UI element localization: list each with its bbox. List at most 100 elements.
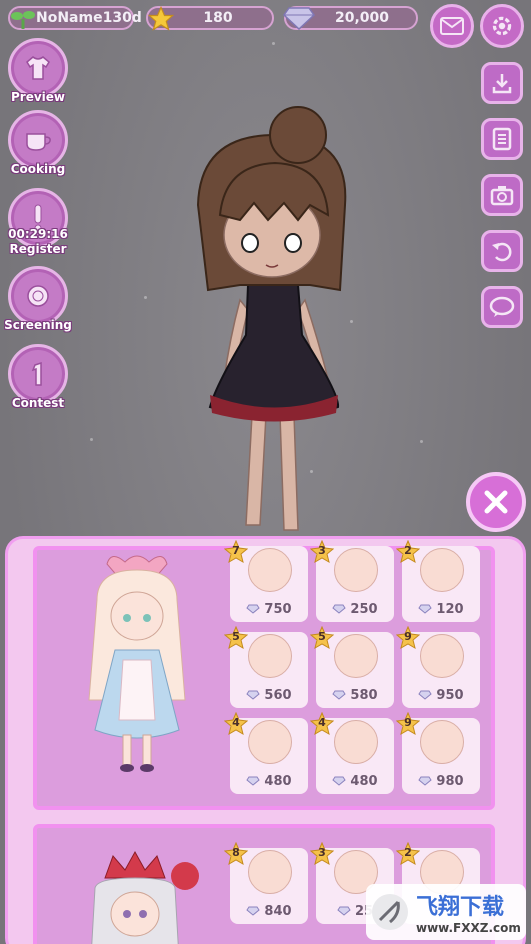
camera-icon: [490, 186, 514, 206]
cooking-button[interactable]: [8, 110, 68, 170]
diamond-icon: [246, 776, 261, 786]
diamond-icon: [246, 604, 261, 614]
register-timer: 00:29:16: [8, 227, 68, 241]
level-star-icon: 9: [395, 625, 421, 650]
level-star-icon: 4: [309, 711, 335, 736]
item-price: 250: [350, 601, 378, 617]
preview-label: Preview: [10, 90, 65, 104]
download-icon: [492, 74, 512, 94]
settings-button[interactable]: [480, 4, 524, 48]
mail-button[interactable]: [430, 4, 474, 48]
item-level: 5: [232, 630, 240, 643]
close-icon: [484, 490, 508, 514]
chat-icon: [489, 296, 515, 317]
diamond-icon: [418, 776, 433, 786]
item-level: 2: [404, 846, 412, 859]
outfit-item-tile[interactable]: 7 750: [223, 539, 308, 622]
item-price: 480: [264, 773, 292, 789]
item-thumbnail: [248, 634, 292, 678]
player-name-pill[interactable]: NoName130d: [8, 6, 142, 30]
close-button[interactable]: [466, 472, 526, 532]
undo-icon: [492, 242, 512, 262]
item-price: 750: [264, 601, 292, 617]
sprout-icon: [8, 4, 38, 34]
item-thumbnail: [420, 720, 464, 764]
item-level: 9: [404, 716, 412, 729]
camera-button[interactable]: [481, 174, 523, 216]
notes-button[interactable]: [481, 118, 523, 160]
set-preview-image: [88, 555, 186, 772]
diamond-icon: [332, 776, 347, 786]
number-one-icon: [31, 361, 42, 386]
mail-icon: [440, 17, 464, 35]
item-price: 120: [436, 601, 464, 617]
level-star-icon: 3: [309, 841, 335, 866]
item-thumbnail: [420, 548, 464, 592]
level-star-icon: 7: [223, 539, 249, 564]
outfit-item-tile[interactable]: 3 250: [309, 539, 394, 622]
item-level: 2: [404, 544, 412, 557]
item-level: 9: [404, 630, 412, 643]
preview-button[interactable]: [8, 38, 68, 98]
diamond-icon: [337, 906, 351, 916]
item-level: 3: [318, 544, 326, 557]
diamonds-pill: 20,000: [283, 6, 418, 30]
item-thumbnail: [420, 634, 464, 678]
level-star-icon: 2: [395, 841, 421, 866]
item-level: 8: [232, 846, 240, 859]
download-button[interactable]: [481, 62, 523, 104]
outfit-item-tile[interactable]: 4 480: [223, 711, 308, 794]
diamond-icon: [332, 690, 347, 700]
logo-icon: [372, 894, 408, 930]
outfit-item-tile[interactable]: 5 580: [309, 625, 394, 708]
item-thumbnail: [334, 720, 378, 764]
diamond-icon: [246, 906, 261, 916]
set-preview-image: [91, 850, 199, 944]
level-star-icon: 2: [395, 539, 421, 564]
player-name: NoName130d: [36, 10, 142, 26]
item-level: 3: [318, 846, 326, 859]
chat-button[interactable]: [481, 286, 523, 328]
gear-icon: [492, 16, 512, 36]
outfit-item-tile[interactable]: 2 120: [395, 539, 480, 622]
level-star-icon: 8: [223, 841, 249, 866]
item-price: 980: [436, 773, 464, 789]
outfit-item-tile[interactable]: 4 480: [309, 711, 394, 794]
star-icon: [146, 4, 176, 34]
stars-pill: 180: [146, 5, 274, 31]
level-star-icon: 9: [395, 711, 421, 736]
watermark-url: www.FXXZ.com: [416, 921, 521, 935]
item-level: 5: [318, 630, 326, 643]
diamond-icon: [418, 604, 433, 614]
watermark-title: 飞翔下载: [416, 895, 505, 920]
item-thumbnail: [334, 634, 378, 678]
item-level: 7: [232, 544, 240, 557]
item-thumbnail: [334, 548, 378, 592]
screening-button[interactable]: [8, 266, 68, 326]
outfit-item-tile[interactable]: 9 950: [395, 625, 480, 708]
item-price: 560: [264, 687, 292, 703]
diamonds-count: 20,000: [334, 10, 390, 26]
level-star-icon: 4: [223, 711, 249, 736]
watermark-logo: 飞翔下载 www.FXXZ.com: [366, 884, 526, 940]
outfit-item-tile[interactable]: 8 840: [223, 841, 308, 924]
stars-count: 180: [203, 10, 233, 26]
diamond-icon: [332, 604, 347, 614]
item-thumbnail: [248, 720, 292, 764]
register-label: Register: [9, 242, 67, 256]
shirt-icon: [26, 56, 50, 80]
character-avatar: [196, 106, 347, 531]
outfit-item-tile[interactable]: 9 980: [395, 711, 480, 794]
contest-button[interactable]: [8, 344, 68, 404]
item-price: 580: [350, 687, 378, 703]
level-star-icon: 5: [223, 625, 249, 650]
diamond-icon: [418, 690, 433, 700]
undo-button[interactable]: [481, 230, 523, 272]
contest-label: Contest: [11, 396, 65, 410]
item-level: 4: [318, 716, 326, 729]
item-price: 840: [264, 903, 292, 919]
notes-icon: [492, 127, 512, 151]
outfit-item-tile[interactable]: 5 560: [223, 625, 308, 708]
item-price: 480: [350, 773, 378, 789]
cooking-label: Cooking: [10, 162, 66, 176]
